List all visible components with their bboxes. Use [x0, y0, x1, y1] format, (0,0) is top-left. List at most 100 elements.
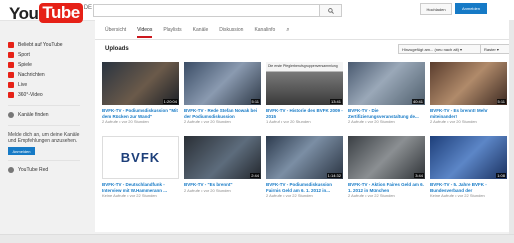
sidebar-item-youtube-red[interactable]: YouTube Red: [0, 165, 88, 175]
channel-content: Übersicht Videos Playlists Kanäle Diskus…: [95, 20, 514, 232]
news-icon: [8, 72, 14, 78]
video-title[interactable]: BVFK-TV - Deutschlandfunk - Interview mi…: [102, 182, 179, 193]
tabs-divider: [95, 39, 514, 40]
sort-dropdown[interactable]: Hinzugefügt am... (neu nach alt) ▾: [398, 44, 481, 54]
tab-channels[interactable]: Kanäle: [193, 27, 209, 38]
video-duration: 5:11: [250, 99, 260, 104]
thumbnail-caption: Die erste Pfeglerberufsgruppenversammlun…: [268, 64, 338, 68]
signin-prompt: Melde dich an, um deine Kanäle und Empfe…: [8, 132, 80, 144]
tab-videos[interactable]: Videos: [137, 27, 153, 38]
sidebar-item-news[interactable]: Nachrichten: [0, 70, 88, 80]
top-bar: You Tube DE Hochladen Anmelden: [0, 0, 514, 23]
360-video-icon: [8, 92, 14, 98]
video-title[interactable]: BVFK-TV - Historie des BVFK 2009 - 2015: [266, 108, 343, 119]
video-card[interactable]: 1:20:04 BVFK-TV - Podiumsdiskussion "Mit…: [102, 62, 179, 124]
sidebar-item-label: Beliebt auf YouTube: [18, 42, 63, 48]
video-thumbnail[interactable]: 2:44: [184, 136, 261, 179]
section-title: Uploads: [105, 46, 129, 52]
tab-discussion[interactable]: Diskussion: [219, 27, 243, 38]
video-card[interactable]: 1:08 BVFK-TV - 5. Jahre BVFK - Bundesver…: [430, 136, 507, 198]
video-meta: 2 Aufrufe • vor 20 Stunden: [102, 119, 149, 124]
video-thumbnail[interactable]: 1:20:04: [102, 62, 179, 105]
sidebar-signin-button[interactable]: Anmelden: [8, 147, 35, 155]
divider: [8, 125, 80, 126]
sidebar-item-games[interactable]: Spiele: [0, 60, 88, 70]
video-card[interactable]: 5:11 BVFK-TV - Es brennt! Mehr miteinand…: [430, 62, 507, 124]
video-title[interactable]: BVFK-TV - Rede Stefan Nowak bei der Podi…: [184, 108, 261, 119]
video-thumbnail[interactable]: Die erste Pfeglerberufsgruppenversammlun…: [266, 62, 343, 105]
video-thumbnail[interactable]: BVFK: [102, 136, 179, 179]
video-duration: 13:41: [329, 99, 342, 104]
video-meta: Keine Aufrufe • vor 22 Stunden: [430, 193, 485, 198]
sidebar-item-label: Nachrichten: [18, 72, 45, 78]
sidebar-item-label: Spiele: [18, 62, 32, 68]
logo-region: DE: [83, 5, 93, 11]
video-duration: 1:20:04: [162, 99, 178, 104]
video-meta: 2 Aufrufe • vor 20 Stunden: [184, 187, 231, 193]
logo-tube: Tube: [39, 3, 83, 23]
vertical-scrollbar[interactable]: [509, 20, 514, 234]
video-card[interactable]: 2:44 BVFK-TV - "Es brennt" 2 Aufrufe • v…: [184, 136, 261, 193]
plus-icon: [8, 112, 14, 118]
youtube-logo[interactable]: You Tube DE: [9, 3, 92, 25]
sidebar-item-sport[interactable]: Sport: [0, 50, 88, 60]
signin-button[interactable]: Anmelden: [455, 3, 487, 14]
search-icon: [327, 7, 334, 14]
video-title[interactable]: BVFK-TV - Die Zertifizierungsveranstaltu…: [348, 108, 425, 119]
sidebar-item-live[interactable]: Live: [0, 80, 88, 90]
sport-icon: [8, 52, 14, 58]
sidebar-item-label: Kanäle finden: [18, 112, 49, 118]
video-title[interactable]: BVFK-TV - Podiumsdiskussion Fairnis Geld…: [266, 182, 343, 193]
sidebar-item-label: Live: [18, 82, 28, 88]
video-meta: Keine Aufrufe • vor 22 Stunden: [102, 193, 157, 198]
channel-search-icon[interactable]: ⌕: [286, 27, 289, 38]
sidebar: Beliebt auf YouTube Sport Spiele Nachric…: [0, 40, 88, 175]
live-icon: [8, 82, 14, 88]
video-title[interactable]: BVFK-TV - Aktion Faires Geld am 6. 1. 20…: [348, 182, 425, 193]
video-duration: 2:44: [250, 173, 260, 178]
video-thumbnail[interactable]: 5:11: [184, 62, 261, 105]
logo-you: You: [9, 4, 39, 23]
video-card[interactable]: BVFK BVFK-TV - Deutschlandfunk - Intervi…: [102, 136, 179, 198]
tab-about[interactable]: Kanalinfo: [254, 27, 275, 38]
video-duration: 3:44: [414, 173, 424, 178]
search-input[interactable]: [93, 4, 320, 17]
video-duration: 40:41: [411, 99, 424, 104]
youtube-red-icon: [8, 167, 14, 173]
video-duration: 5:11: [496, 99, 506, 104]
video-meta: 2 Aufrufe • vor 22 Stunden: [348, 193, 395, 198]
video-meta: 2 Aufrufe • vor 22 Stunden: [266, 193, 313, 198]
sidebar-item-360[interactable]: 360°-Video: [0, 90, 88, 100]
video-thumbnail[interactable]: 5:11: [430, 62, 507, 105]
video-thumbnail[interactable]: 3:44: [348, 136, 425, 179]
video-title[interactable]: BVFK-TV - 5. Jahre BVFK - Bundesverband …: [430, 182, 507, 193]
video-meta: 2 Aufrufe • vor 20 Stunden: [184, 119, 231, 124]
upload-button[interactable]: Hochladen: [420, 3, 452, 15]
sidebar-item-browse-channels[interactable]: Kanäle finden: [0, 110, 88, 120]
games-icon: [8, 62, 14, 68]
search-button[interactable]: [319, 4, 342, 17]
video-thumbnail[interactable]: 40:41: [348, 62, 425, 105]
view-dropdown[interactable]: Raster ▾: [480, 44, 511, 54]
video-card[interactable]: 1:14:32 BVFK-TV - Podiumsdiskussion Fair…: [266, 136, 343, 198]
video-title[interactable]: BVFK-TV - Es brennt! Mehr miteinander!: [430, 108, 507, 119]
video-card[interactable]: Die erste Pfeglerberufsgruppenversammlun…: [266, 62, 343, 124]
video-thumbnail[interactable]: 1:08: [430, 136, 507, 179]
sidebar-item-popular[interactable]: Beliebt auf YouTube: [0, 40, 88, 50]
sidebar-item-label: YouTube Red: [18, 167, 49, 173]
video-meta: 2 Aufrufe • vor 20 Stunden: [430, 119, 477, 124]
divider: [8, 105, 80, 106]
video-card[interactable]: 3:44 BVFK-TV - Aktion Faires Geld am 6. …: [348, 136, 425, 198]
sidebar-item-label: 360°-Video: [18, 92, 43, 98]
video-duration: 1:08: [496, 173, 506, 178]
tab-playlists[interactable]: Playlists: [163, 27, 181, 38]
video-meta: 2 Aufrufe • vor 20 Stunden: [348, 119, 395, 124]
tab-overview[interactable]: Übersicht: [105, 27, 126, 38]
video-title[interactable]: BVFK-TV - Podiumsdiskussion "Mit dem Rüc…: [102, 108, 179, 119]
video-thumbnail[interactable]: 1:14:32: [266, 136, 343, 179]
divider: [8, 160, 80, 161]
video-card[interactable]: 5:11 BVFK-TV - Rede Stefan Nowak bei der…: [184, 62, 261, 124]
sidebar-item-label: Sport: [18, 52, 30, 58]
bvfk-logo: BVFK: [120, 150, 161, 165]
video-card[interactable]: 40:41 BVFK-TV - Die Zertifizierungsveran…: [348, 62, 425, 124]
